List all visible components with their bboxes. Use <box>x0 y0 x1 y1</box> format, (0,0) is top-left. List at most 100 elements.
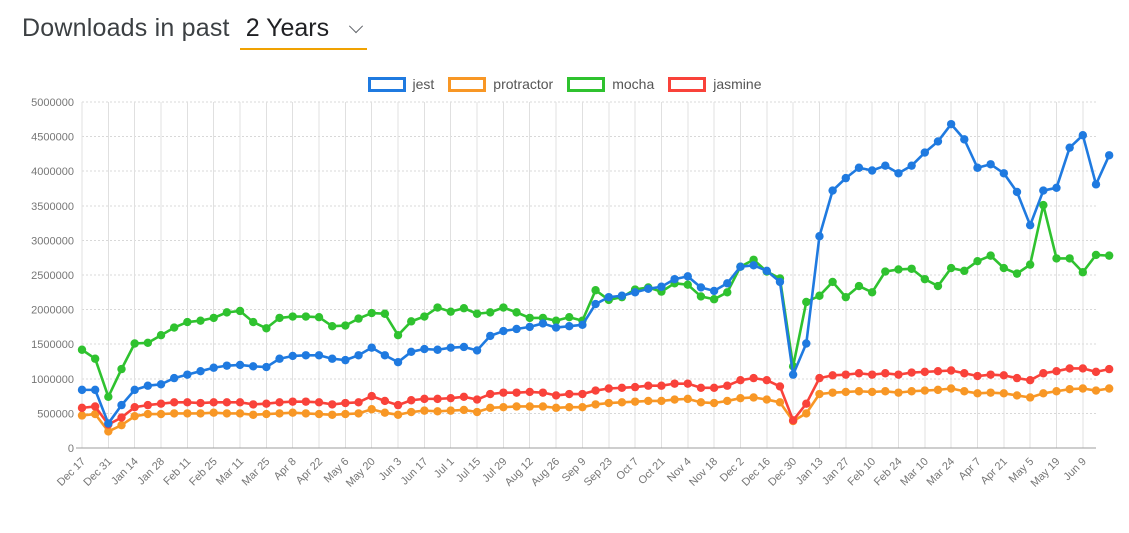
data-point-protractor[interactable] <box>77 411 87 420</box>
data-point-jest[interactable] <box>551 323 561 332</box>
data-point-jasmine[interactable] <box>248 400 258 409</box>
data-point-protractor[interactable] <box>525 402 534 411</box>
data-point-jest[interactable] <box>736 262 745 271</box>
data-point-jasmine[interactable] <box>551 391 561 400</box>
data-point-protractor[interactable] <box>1078 384 1088 393</box>
data-point-jest[interactable] <box>630 288 640 297</box>
data-point-jest[interactable] <box>565 322 574 331</box>
data-point-mocha[interactable] <box>486 308 495 317</box>
data-point-mocha[interactable] <box>1078 268 1088 277</box>
legend-item-mocha[interactable]: mocha <box>567 76 654 92</box>
data-point-jasmine[interactable] <box>960 369 969 378</box>
data-point-jest[interactable] <box>512 324 521 334</box>
data-point-jest[interactable] <box>341 355 350 365</box>
data-point-jest[interactable] <box>1052 183 1061 193</box>
data-point-protractor[interactable] <box>275 409 284 418</box>
data-point-jest[interactable] <box>209 363 218 372</box>
data-point-jasmine[interactable] <box>973 371 982 381</box>
data-point-protractor[interactable] <box>1025 393 1035 402</box>
data-point-jest[interactable] <box>117 400 126 410</box>
data-point-protractor[interactable] <box>420 406 429 415</box>
data-point-mocha[interactable] <box>393 331 403 340</box>
data-point-jest[interactable] <box>683 272 692 281</box>
data-point-jasmine[interactable] <box>762 375 771 385</box>
data-point-jasmine[interactable] <box>446 393 455 403</box>
data-point-mocha[interactable] <box>1052 254 1061 263</box>
data-point-protractor[interactable] <box>538 402 548 411</box>
data-point-jest[interactable] <box>999 169 1009 178</box>
data-point-mocha[interactable] <box>262 324 271 333</box>
data-point-jasmine[interactable] <box>683 379 692 388</box>
data-point-jest[interactable] <box>90 385 100 395</box>
data-point-jest[interactable] <box>881 161 890 170</box>
data-point-protractor[interactable] <box>499 402 508 412</box>
data-point-protractor[interactable] <box>196 409 205 418</box>
data-point-protractor[interactable] <box>328 410 337 419</box>
data-point-mocha[interactable] <box>999 263 1009 273</box>
data-point-protractor[interactable] <box>670 395 679 404</box>
data-point-protractor[interactable] <box>630 397 640 406</box>
data-point-mocha[interactable] <box>960 266 969 276</box>
data-point-mocha[interactable] <box>407 317 416 326</box>
data-point-protractor[interactable] <box>354 409 363 418</box>
legend-item-jest[interactable]: jest <box>367 76 434 92</box>
data-point-jest[interactable] <box>183 370 192 379</box>
data-point-protractor[interactable] <box>920 386 930 395</box>
data-point-mocha[interactable] <box>117 364 126 374</box>
data-point-jasmine[interactable] <box>354 398 363 407</box>
data-point-protractor[interactable] <box>248 410 258 419</box>
data-point-jasmine[interactable] <box>196 398 205 408</box>
data-point-jest[interactable] <box>77 385 87 395</box>
data-point-jasmine[interactable] <box>828 371 837 380</box>
data-point-jest[interactable] <box>499 326 508 336</box>
data-point-mocha[interactable] <box>683 280 692 289</box>
data-point-mocha[interactable] <box>235 306 245 316</box>
data-point-jasmine[interactable] <box>209 398 218 407</box>
data-point-mocha[interactable] <box>288 312 297 321</box>
data-point-mocha[interactable] <box>1065 254 1074 263</box>
data-point-protractor[interactable] <box>907 387 916 396</box>
data-point-jest[interactable] <box>446 343 455 352</box>
data-point-jest[interactable] <box>407 347 416 357</box>
data-point-mocha[interactable] <box>104 392 113 401</box>
data-point-jest[interactable] <box>1065 143 1074 152</box>
data-point-mocha[interactable] <box>946 263 956 273</box>
data-point-protractor[interactable] <box>1012 391 1022 400</box>
data-point-mocha[interactable] <box>973 256 982 266</box>
data-point-jest[interactable] <box>815 232 824 241</box>
data-point-mocha[interactable] <box>920 274 930 284</box>
data-point-protractor[interactable] <box>1065 384 1074 394</box>
data-point-jest[interactable] <box>578 320 587 330</box>
data-point-protractor[interactable] <box>512 402 521 411</box>
data-point-jasmine[interactable] <box>565 389 574 399</box>
data-point-jasmine[interactable] <box>433 394 442 404</box>
data-point-mocha[interactable] <box>512 308 521 317</box>
data-point-jest[interactable] <box>393 357 403 367</box>
data-point-jasmine[interactable] <box>486 389 495 399</box>
data-point-mocha[interactable] <box>143 338 153 348</box>
data-point-mocha[interactable] <box>709 295 719 304</box>
data-point-jest[interactable] <box>222 361 232 370</box>
data-point-jest[interactable] <box>788 370 798 379</box>
data-point-mocha[interactable] <box>841 292 850 302</box>
legend-item-protractor[interactable]: protractor <box>448 76 553 92</box>
data-point-protractor[interactable] <box>117 420 126 430</box>
data-point-jasmine[interactable] <box>512 388 521 397</box>
data-point-jasmine[interactable] <box>420 394 429 404</box>
data-point-protractor[interactable] <box>407 407 416 417</box>
data-point-jest[interactable] <box>169 373 179 383</box>
data-point-protractor[interactable] <box>841 387 850 397</box>
data-point-jest[interactable] <box>920 148 930 157</box>
data-point-jasmine[interactable] <box>591 386 600 395</box>
data-point-protractor[interactable] <box>288 408 297 417</box>
data-point-jest[interactable] <box>946 119 956 129</box>
data-point-mocha[interactable] <box>459 304 469 313</box>
data-point-jest[interactable] <box>525 322 534 332</box>
data-point-jasmine[interactable] <box>920 367 930 377</box>
data-point-protractor[interactable] <box>709 398 719 408</box>
data-point-jasmine[interactable] <box>314 398 324 407</box>
data-point-mocha[interactable] <box>881 267 890 276</box>
data-point-jest[interactable] <box>367 343 376 352</box>
data-point-jasmine[interactable] <box>235 398 245 407</box>
data-point-jest[interactable] <box>328 354 337 363</box>
